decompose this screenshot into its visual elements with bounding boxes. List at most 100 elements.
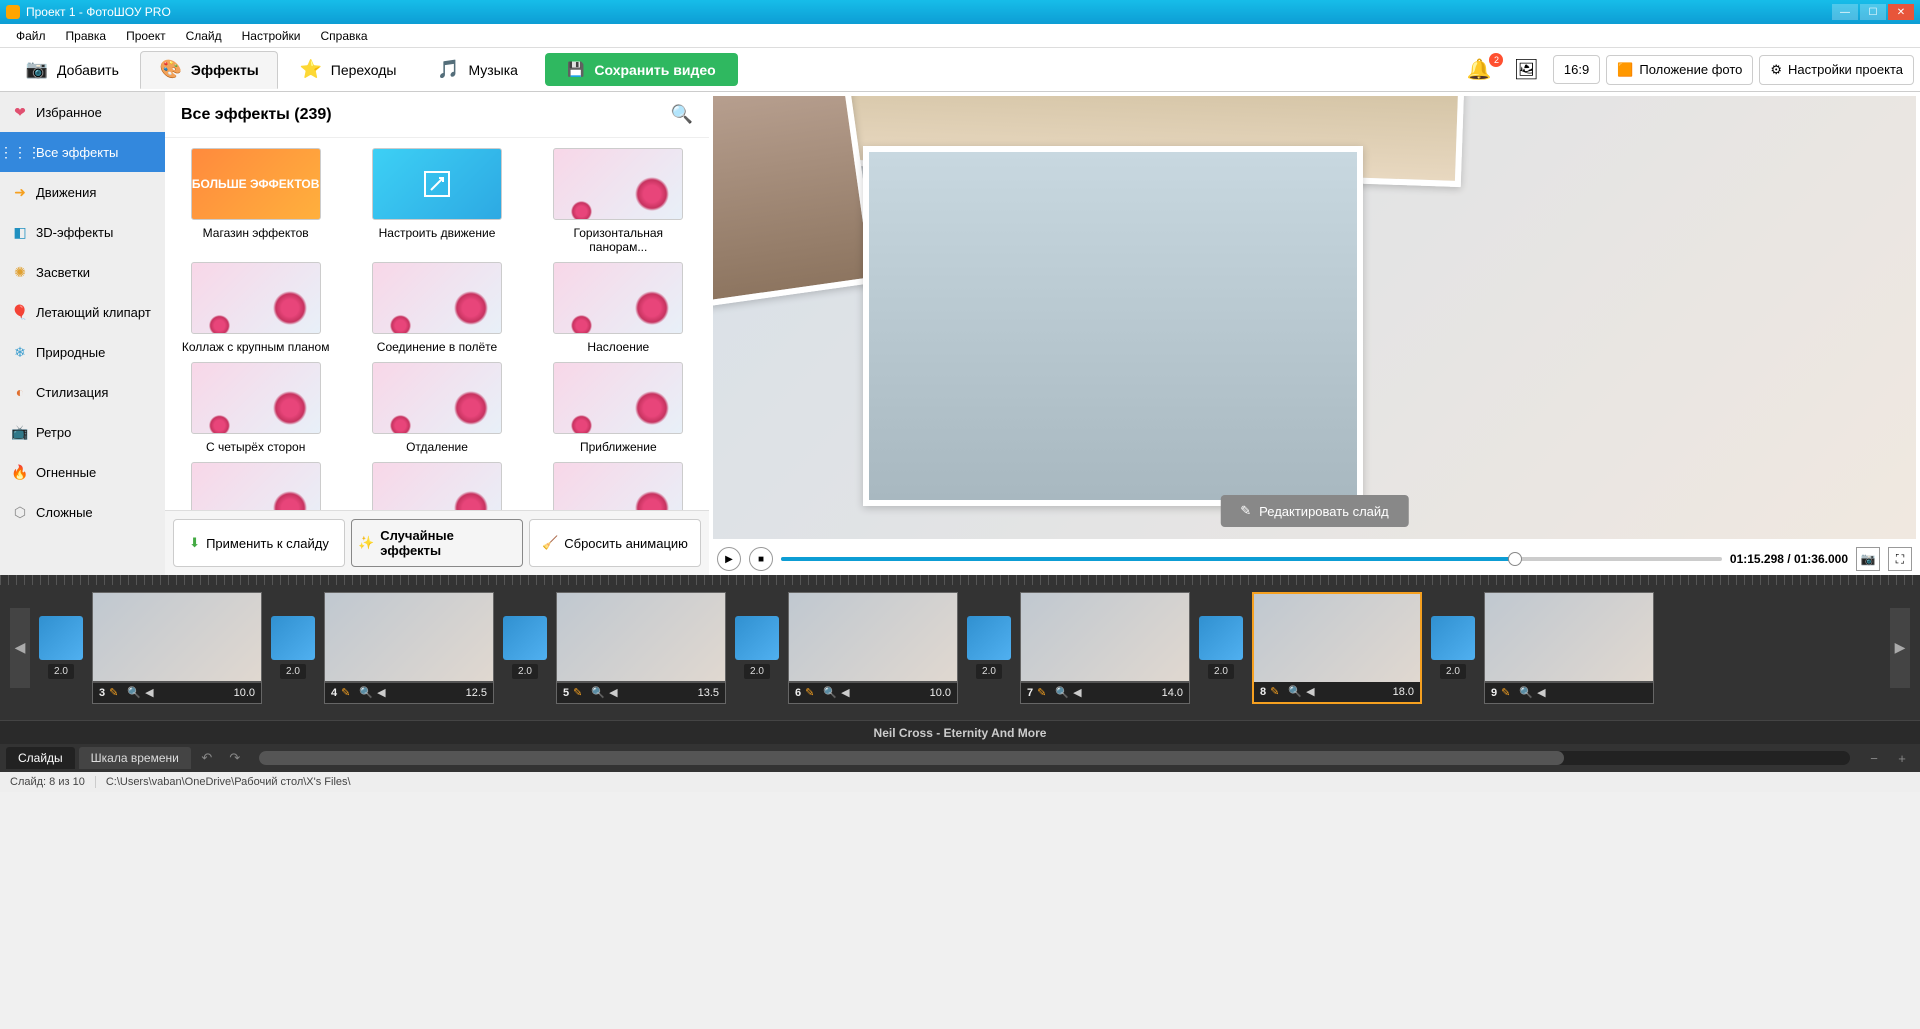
maximize-button[interactable]: ☐ <box>1860 4 1886 20</box>
menu-project[interactable]: Проект <box>116 29 176 43</box>
effect-item[interactable] <box>175 462 336 510</box>
zoom-out-button[interactable]: − <box>1862 748 1886 768</box>
slide-card[interactable]: 9✎🔍◀ <box>1484 592 1654 704</box>
effect-item[interactable]: Настроить движение <box>356 148 517 254</box>
edit-icon[interactable]: ✎ <box>1270 685 1284 698</box>
sidebar-item-10[interactable]: ⬡Сложные <box>0 492 165 532</box>
tab-slides[interactable]: Слайды <box>6 747 75 769</box>
audio-track[interactable]: Neil Cross - Eternity And More <box>0 720 1920 744</box>
prev-icon[interactable]: ◀ <box>377 686 391 699</box>
tab-add[interactable]: 📷Добавить <box>6 51 138 89</box>
progress-bar[interactable] <box>781 557 1722 561</box>
minimize-button[interactable]: — <box>1832 4 1858 20</box>
tab-music[interactable]: 🎵Музыка <box>417 51 537 89</box>
sidebar-item-3[interactable]: ◧3D-эффекты <box>0 212 165 252</box>
effect-item[interactable]: Отдаление <box>356 362 517 454</box>
play-button[interactable]: ▶ <box>717 547 741 571</box>
prev-icon[interactable]: ◀ <box>609 686 623 699</box>
transition[interactable]: 2.0 <box>1428 608 1478 688</box>
transition[interactable]: 2.0 <box>1196 608 1246 688</box>
transition[interactable]: 2.0 <box>36 608 86 688</box>
sidebar-item-1[interactable]: ⋮⋮⋮Все эффекты <box>0 132 165 172</box>
sidebar-item-7[interactable]: ◐Стилизация <box>0 372 165 412</box>
sidebar-item-2[interactable]: ➜Движения <box>0 172 165 212</box>
edit-slide-button[interactable]: ✎Редактировать слайд <box>1220 495 1408 527</box>
slide-card[interactable]: 6✎🔍◀10.0 <box>788 592 958 704</box>
transition[interactable]: 2.0 <box>500 608 550 688</box>
tab-effects[interactable]: 🎨Эффекты <box>140 51 278 89</box>
transition[interactable]: 2.0 <box>964 608 1014 688</box>
sidebar-item-8[interactable]: 📺Ретро <box>0 412 165 452</box>
progress-thumb[interactable] <box>1508 552 1522 566</box>
tab-timeline[interactable]: Шкала времени <box>79 747 191 769</box>
undo-button[interactable]: ↶ <box>195 748 219 768</box>
slide-card[interactable]: 8✎🔍◀18.0 <box>1252 592 1422 704</box>
project-settings-button[interactable]: ⚙Настройки проекта <box>1759 55 1914 85</box>
sidebar-item-5[interactable]: 🎈Летающий клипарт <box>0 292 165 332</box>
prev-icon[interactable]: ◀ <box>1537 686 1551 699</box>
notifications-button[interactable]: 🔔2 <box>1459 57 1500 82</box>
zoom-icon[interactable]: 🔍 <box>359 686 373 699</box>
apply-to-slide-button[interactable]: ⬇Применить к слайду <box>173 519 345 567</box>
edit-icon[interactable]: ✎ <box>109 686 123 699</box>
edit-icon[interactable]: ✎ <box>1037 686 1051 699</box>
photo-position-button[interactable]: 🟧Положение фото <box>1606 55 1753 85</box>
timeline-next[interactable]: ▶ <box>1890 608 1910 688</box>
status-path: C:\Users\vaban\OneDrive\Рабочий стол\X's… <box>96 776 1920 788</box>
fullscreen-button[interactable]: ⛶ <box>1888 547 1912 571</box>
transition[interactable]: 2.0 <box>268 608 318 688</box>
zoom-icon[interactable]: 🔍 <box>1055 686 1069 699</box>
zoom-icon[interactable]: 🔍 <box>591 686 605 699</box>
sidebar-item-4[interactable]: ✺Засветки <box>0 252 165 292</box>
menu-settings[interactable]: Настройки <box>232 29 311 43</box>
zoom-in-button[interactable]: + <box>1890 748 1914 768</box>
redo-button[interactable]: ↷ <box>223 748 247 768</box>
slide-card[interactable]: 3✎🔍◀10.0 <box>92 592 262 704</box>
prev-icon[interactable]: ◀ <box>1306 685 1320 698</box>
effect-item[interactable]: С четырёх сторон <box>175 362 336 454</box>
slide-card[interactable]: 7✎🔍◀14.0 <box>1020 592 1190 704</box>
snapshot-button[interactable]: 📷 <box>1856 547 1880 571</box>
menu-file[interactable]: Файл <box>6 29 56 43</box>
menu-slide[interactable]: Слайд <box>176 29 232 43</box>
effect-label: Приближение <box>580 440 657 454</box>
effect-item[interactable] <box>356 462 517 510</box>
zoom-icon[interactable]: 🔍 <box>127 686 141 699</box>
sidebar-item-9[interactable]: 🔥Огненные <box>0 452 165 492</box>
save-video-button[interactable]: 💾Сохранить видео <box>545 53 738 86</box>
effect-item[interactable]: Горизонтальная панорам... <box>538 148 699 254</box>
edit-icon[interactable]: ✎ <box>341 686 355 699</box>
zoom-icon[interactable]: 🔍 <box>1519 686 1533 699</box>
zoom-icon[interactable]: 🔍 <box>823 686 837 699</box>
timeline-scrollbar[interactable] <box>259 751 1850 765</box>
random-effects-button[interactable]: ✨Случайные эффекты <box>351 519 523 567</box>
tab-transitions[interactable]: ⭐Переходы <box>280 51 416 89</box>
stop-button[interactable]: ■ <box>749 547 773 571</box>
effect-item[interactable]: Наслоение <box>538 262 699 354</box>
prev-icon[interactable]: ◀ <box>145 686 159 699</box>
close-button[interactable]: ✕ <box>1888 4 1914 20</box>
aspect-ratio-button[interactable]: 16:9 <box>1553 55 1600 84</box>
slide-card[interactable]: 4✎🔍◀12.5 <box>324 592 494 704</box>
sidebar-item-6[interactable]: ❄Природные <box>0 332 165 372</box>
effect-item[interactable]: БОЛЬШЕ ЭФФЕКТОВМагазин эффектов <box>175 148 336 254</box>
zoom-icon[interactable]: 🔍 <box>1288 685 1302 698</box>
slide-card[interactable]: 5✎🔍◀13.5 <box>556 592 726 704</box>
edit-icon[interactable]: ✎ <box>805 686 819 699</box>
edit-icon[interactable]: ✎ <box>573 686 587 699</box>
effect-item[interactable]: Приближение <box>538 362 699 454</box>
effect-item[interactable]: Соединение в полёте <box>356 262 517 354</box>
menu-edit[interactable]: Правка <box>56 29 117 43</box>
effect-item[interactable]: Коллаж с крупным планом <box>175 262 336 354</box>
gallery-button[interactable]: 🖼 <box>1505 57 1546 82</box>
menu-help[interactable]: Справка <box>310 29 377 43</box>
sidebar-item-0[interactable]: ❤Избранное <box>0 92 165 132</box>
effect-item[interactable] <box>538 462 699 510</box>
transition[interactable]: 2.0 <box>732 608 782 688</box>
edit-icon[interactable]: ✎ <box>1501 686 1515 699</box>
prev-icon[interactable]: ◀ <box>1073 686 1087 699</box>
prev-icon[interactable]: ◀ <box>841 686 855 699</box>
reset-animation-button[interactable]: 🧹Сбросить анимацию <box>529 519 701 567</box>
search-icon[interactable]: 🔍 <box>671 104 693 125</box>
timeline-prev[interactable]: ◀ <box>10 608 30 688</box>
